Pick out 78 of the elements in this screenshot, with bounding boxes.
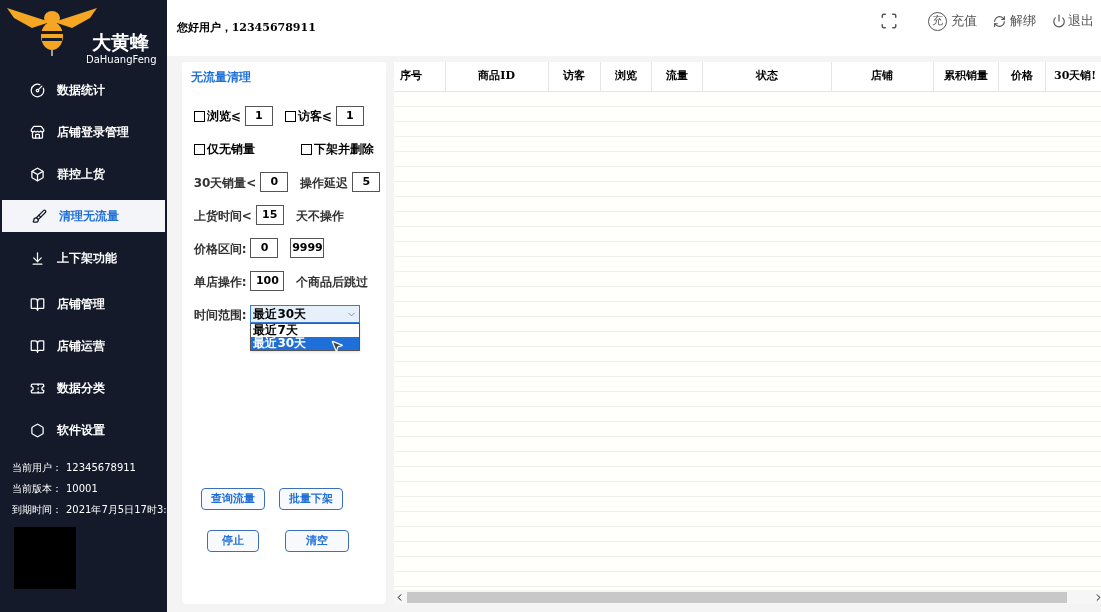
- checkbox[interactable]: [284, 110, 296, 122]
- image-placeholder: [14, 527, 76, 589]
- field-label: 价格区间:: [193, 242, 247, 256]
- input-field[interactable]: 0: [260, 172, 289, 192]
- sidebar-item[interactable]: 店铺管理: [0, 288, 167, 320]
- action-button[interactable]: 清空: [284, 530, 349, 552]
- sidebar-item[interactable]: 数据统计: [0, 74, 167, 106]
- panel-title: 无流量清理: [190, 69, 252, 86]
- info-label: 当前版本：: [12, 482, 63, 496]
- book-icon: [30, 296, 45, 312]
- recharge-button[interactable]: 充 充值: [927, 11, 977, 31]
- action-button[interactable]: 停止: [206, 530, 259, 552]
- action-button[interactable]: 批量下架: [278, 488, 343, 510]
- horizontal-scrollbar[interactable]: [393, 590, 1101, 604]
- field-label: 个商品后跳过: [296, 275, 369, 289]
- scrollbar-thumb[interactable]: [406, 591, 1067, 603]
- field-label: 30天销量<: [193, 176, 257, 190]
- refresh-icon: [992, 14, 1006, 28]
- column-header: 浏览: [600, 62, 652, 91]
- checkbox[interactable]: [193, 110, 205, 122]
- input-field[interactable]: 1: [244, 106, 273, 126]
- field-label: 时间范围:: [193, 308, 247, 322]
- greeting-text: 您好用户，12345678911: [176, 19, 316, 36]
- checkbox-label: 访客⩽: [297, 108, 332, 125]
- unbind-button[interactable]: 解绑: [992, 11, 1036, 31]
- time-range-dropdown[interactable]: 最近30天: [250, 305, 361, 323]
- brush-icon: [32, 208, 47, 224]
- field-label: 上货时间<: [193, 209, 252, 223]
- dropdown-option[interactable]: 最近30天: [251, 337, 360, 350]
- column-header: 序号: [393, 62, 446, 91]
- field-label: 操作延迟: [300, 176, 349, 190]
- column-header: 访客: [548, 62, 601, 91]
- input-field[interactable]: 15: [255, 205, 284, 225]
- sidebar-item[interactable]: 软件设置: [0, 414, 167, 446]
- logout-button[interactable]: 退出: [1051, 11, 1094, 31]
- power-icon: [1051, 14, 1066, 28]
- brand-name: 大黄蜂: [92, 30, 149, 55]
- field-label: 天不操作: [295, 209, 344, 223]
- info-value: 10001: [66, 482, 98, 496]
- sidebar-item[interactable]: 店铺登录管理: [0, 116, 167, 148]
- checkbox[interactable]: [193, 143, 205, 155]
- info-label: 到期时间：: [12, 503, 63, 517]
- column-header: 累积销量: [933, 62, 999, 91]
- sidebar-item[interactable]: 上下架功能: [0, 242, 167, 274]
- info-value: 12345678911: [66, 461, 136, 475]
- column-header: 流量: [651, 62, 703, 91]
- column-header: 价格: [998, 62, 1046, 91]
- input-field[interactable]: 5: [352, 172, 381, 192]
- gauge-icon: [30, 82, 45, 98]
- info-value: 2021年7月5日17时3:: [66, 503, 167, 517]
- input-field[interactable]: 1: [335, 106, 364, 126]
- checkbox-label: 仅无销量: [206, 141, 255, 158]
- input-field[interactable]: 0: [250, 238, 279, 258]
- fullscreen-icon[interactable]: [879, 12, 898, 30]
- checkbox[interactable]: [300, 143, 312, 155]
- book-icon: [30, 338, 45, 354]
- input-field[interactable]: 9999: [290, 238, 325, 258]
- dropdown-option[interactable]: 最近7天: [251, 324, 360, 337]
- sidebar-item[interactable]: 店铺运营: [0, 330, 167, 362]
- sidebar-item[interactable]: 群控上货: [0, 158, 167, 190]
- column-header: 店铺: [831, 62, 934, 91]
- store-icon: [30, 124, 45, 140]
- column-header: 状态: [702, 62, 832, 91]
- sidebar-item[interactable]: 清理无流量: [2, 200, 165, 232]
- column-header: 30天销!: [1045, 62, 1101, 91]
- checkbox-label: 下架并删除: [313, 141, 374, 158]
- info-label: 当前用户：: [12, 461, 63, 475]
- box-icon: [30, 166, 45, 182]
- ticket-icon: [30, 380, 45, 396]
- input-field[interactable]: 100: [250, 271, 285, 291]
- sidebar-item[interactable]: 数据分类: [0, 372, 167, 404]
- settings-icon: [30, 422, 45, 438]
- column-header: 商品ID: [445, 62, 549, 91]
- field-label: 单店操作:: [193, 275, 247, 289]
- download-icon: [30, 250, 45, 266]
- checkbox-label: 浏览⩽: [206, 108, 241, 125]
- action-button[interactable]: 查询流量: [200, 488, 265, 510]
- brand-subtitle: DaHuangFeng: [86, 53, 157, 67]
